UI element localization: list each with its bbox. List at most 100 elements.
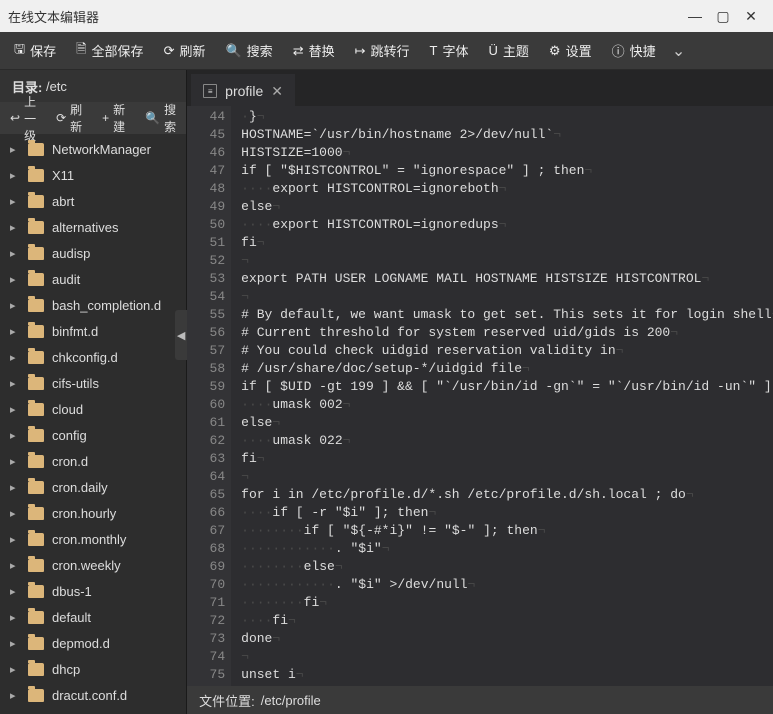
close-button[interactable]: ✕ (737, 8, 765, 25)
statusbar: 文件位置: /etc/profile (187, 686, 773, 714)
folder-icon (28, 663, 44, 676)
tree-item[interactable]: ▸depmod.d (0, 630, 186, 656)
chevron-right-icon: ▸ (10, 273, 20, 286)
search-icon: 🔍 (225, 43, 241, 59)
folder-icon (28, 455, 44, 468)
folder-icon (28, 533, 44, 546)
tree-item[interactable]: ▸cron.monthly (0, 526, 186, 552)
tree-item[interactable]: ▸cloud (0, 396, 186, 422)
chevron-right-icon: ▸ (10, 169, 20, 182)
folder-icon (28, 611, 44, 624)
tree-item[interactable]: ▸ alternatives (0, 214, 186, 240)
tree-item[interactable]: ▸audisp (0, 240, 186, 266)
tree-item[interactable]: ▸config (0, 422, 186, 448)
tree-item-label: bash_completion.d (52, 298, 161, 313)
goto-button[interactable]: ↦跳转行 (345, 32, 420, 69)
file-tree[interactable]: ▸NetworkManager▸X11▸abrt▸alternatives▸au… (0, 134, 186, 714)
tree-item-label: audisp (52, 246, 90, 261)
tree-item[interactable]: ▸cron.daily (0, 474, 186, 500)
folder-icon (28, 143, 44, 156)
tab-label: profile (225, 83, 263, 99)
titlebar: 在线文本编辑器 — ▢ ✕ (0, 0, 773, 32)
folder-icon (28, 637, 44, 650)
tree-item-label: audit (52, 272, 80, 287)
window-title: 在线文本编辑器 (8, 7, 681, 26)
refresh-button[interactable]: ⟳刷新 (154, 32, 216, 69)
tree-item[interactable]: ▸dbus-1 (0, 578, 186, 604)
chevron-right-icon: ▸ (10, 611, 20, 624)
tree-item[interactable]: ▸ cron.hourly (0, 500, 186, 526)
tree-item[interactable]: ▸ NetworkManager (0, 136, 186, 162)
save-icon: 🖫 (14, 40, 25, 62)
gear-icon: ⚙ (549, 43, 561, 59)
folder-icon (28, 195, 44, 208)
file-icon: ≡ (203, 84, 217, 98)
tree-item[interactable]: ▸cron.weekly (0, 552, 186, 578)
minimize-button[interactable]: — (681, 8, 709, 24)
tree-item[interactable]: ▸binfmt.d (0, 318, 186, 344)
save-all-button[interactable]: 🗎全部保存 (66, 32, 153, 69)
replace-icon: ⇄ (293, 43, 304, 59)
code-content[interactable]: ·}¬HOSTNAME=`/usr/bin/hostname 2>/dev/nu… (231, 106, 773, 686)
status-path: /etc/profile (261, 693, 321, 708)
code-editor[interactable]: 4445464748495051525354555657585960616263… (187, 106, 773, 686)
folder-icon (28, 585, 44, 598)
tree-item[interactable]: ▸abrt (0, 188, 186, 214)
tree-item-label: alternatives (52, 220, 118, 235)
tree-item-label: cloud (52, 402, 83, 417)
tree-item-label: cron.hourly (52, 506, 116, 521)
tree-item[interactable]: ▸cifs-utils (0, 370, 186, 396)
search-button[interactable]: 🔍搜索 (215, 32, 282, 69)
chevron-right-icon: ▸ (10, 143, 20, 156)
sidebar-collapse-handle[interactable]: ◀ (175, 310, 187, 360)
up-icon: ↩ (10, 111, 20, 125)
tree-item-label: chkconfig.d (52, 350, 118, 365)
tree-item[interactable]: ▸ bash_completion.d (0, 292, 186, 318)
tree-item[interactable]: ▸ default (0, 604, 186, 630)
sidebar: 目录: /etc ↩上一级 ⟳刷新 +新建 🔍搜索 ▸NetworkManage… (0, 70, 187, 714)
tree-item-label: dhcp (52, 662, 80, 677)
tree-item[interactable]: ▸chkconfig.d (0, 344, 186, 370)
goto-icon: ↦ (355, 43, 366, 59)
line-gutter: 4445464748495051525354555657585960616263… (187, 106, 231, 686)
tree-item-label: cifs-utils (52, 376, 99, 391)
settings-button[interactable]: ⚙设置 (539, 32, 602, 69)
folder-icon (28, 351, 44, 364)
tree-item-label: default (52, 610, 91, 625)
editor-area: ◀ ≡ profile ✕ 44454647484950515253545556… (187, 70, 773, 714)
tree-item-label: dracut.conf.d (52, 688, 127, 703)
chevron-right-icon: ▸ (10, 507, 20, 520)
info-icon: ⓘ (612, 41, 625, 60)
folder-icon (28, 429, 44, 442)
theme-button[interactable]: Ü主题 (479, 32, 539, 69)
sidebar-search-button[interactable]: 🔍搜索 (135, 102, 186, 134)
refresh-icon: ⟳ (56, 111, 66, 125)
sidebar-refresh-button[interactable]: ⟳刷新 (46, 102, 92, 134)
folder-icon (28, 169, 44, 182)
tree-item-label: binfmt.d (52, 324, 98, 339)
current-dir: /etc (46, 79, 67, 94)
tree-item[interactable]: ▸dracut.conf.d (0, 682, 186, 708)
chevron-right-icon: ▸ (10, 299, 20, 312)
new-button[interactable]: +新建 (92, 102, 135, 134)
tree-item[interactable]: ▸ audit (0, 266, 186, 292)
close-icon[interactable]: ✕ (271, 83, 283, 100)
folder-icon (28, 507, 44, 520)
chevron-right-icon: ▸ (10, 221, 20, 234)
maximize-button[interactable]: ▢ (709, 8, 737, 25)
tree-item[interactable]: ▸X11 (0, 162, 186, 188)
tree-item[interactable]: ▸dhcp (0, 656, 186, 682)
replace-button[interactable]: ⇄替换 (283, 32, 345, 69)
toolbar-overflow[interactable]: ⌄ (666, 41, 692, 61)
save-button[interactable]: 🖫保存 (4, 32, 66, 69)
tree-item[interactable]: ▸cron.d (0, 448, 186, 474)
search-icon: 🔍 (145, 111, 160, 125)
font-button[interactable]: T字体 (420, 32, 479, 69)
tree-item-label: NetworkManager (52, 142, 151, 157)
tab-profile[interactable]: ≡ profile ✕ (191, 74, 295, 106)
tree-item-label: cron.monthly (52, 532, 126, 547)
tree-item-label: depmod.d (52, 636, 110, 651)
shortcut-button[interactable]: ⓘ快捷 (602, 32, 666, 69)
status-label: 文件位置: (199, 691, 255, 710)
up-button[interactable]: ↩上一级 (0, 102, 46, 134)
